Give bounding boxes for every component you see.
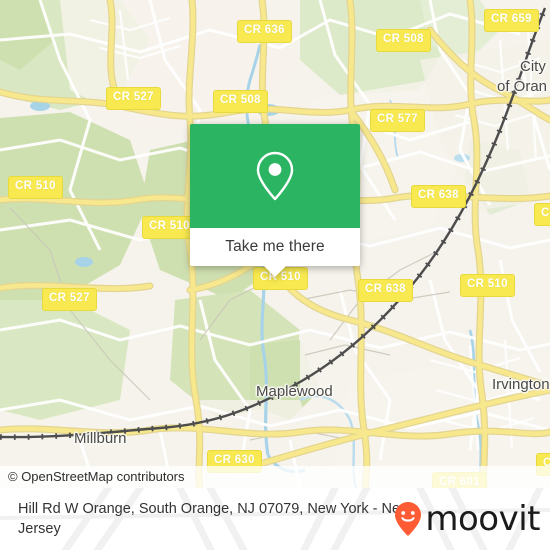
- osm-attribution[interactable]: © OpenStreetMap contributors: [0, 466, 550, 488]
- road-shield[interactable]: CR 659: [484, 9, 539, 32]
- take-me-there-button[interactable]: Take me there: [225, 238, 325, 256]
- moovit-brand[interactable]: moovit: [393, 501, 540, 537]
- popup-header: [190, 124, 360, 228]
- popup-footer[interactable]: Take me there: [190, 228, 360, 277]
- road-shield[interactable]: CR 577: [370, 109, 425, 132]
- place-label-city-of-orange: City: [520, 58, 546, 75]
- road-shield[interactable]: CR 638: [411, 185, 466, 208]
- road-shield[interactable]: CR 527: [106, 87, 161, 110]
- place-label-millburn: Millburn: [74, 430, 127, 447]
- road-shield[interactable]: CR 510: [460, 274, 515, 297]
- place-label-city-of-orange-2: of Oran: [497, 78, 548, 95]
- place-label-irvington: Irvington: [492, 376, 550, 393]
- footer-bar: Hill Rd W Orange, South Orange, NJ 07079…: [0, 488, 550, 550]
- map-canvas[interactable]: CR 636 CR 508 CR 659 CR 527 CR 508 CR 57…: [0, 0, 550, 488]
- road-shield[interactable]: CR 510: [142, 216, 197, 239]
- popup-tail-pointer: [264, 266, 286, 277]
- road-shield[interactable]: CR 510: [534, 203, 550, 226]
- map-pin-icon: [256, 151, 294, 201]
- road-shield[interactable]: CR 510: [8, 176, 63, 199]
- road-shield[interactable]: CR 636: [237, 20, 292, 43]
- place-label-maplewood: Maplewood: [256, 383, 333, 400]
- location-popup-card[interactable]: Take me there: [190, 124, 360, 277]
- road-shield[interactable]: CR 527: [42, 288, 97, 311]
- moovit-smiley-pin-icon: [395, 502, 422, 536]
- road-shield[interactable]: CR 508: [376, 29, 431, 52]
- road-shield[interactable]: CR 638: [358, 279, 413, 302]
- location-title: Hill Rd W Orange, South Orange, NJ 07079…: [18, 501, 411, 537]
- moovit-wordmark: moovit: [425, 499, 540, 539]
- map-screenshot: CR 636 CR 508 CR 659 CR 527 CR 508 CR 57…: [0, 0, 550, 550]
- road-shield[interactable]: CR 508: [213, 90, 268, 113]
